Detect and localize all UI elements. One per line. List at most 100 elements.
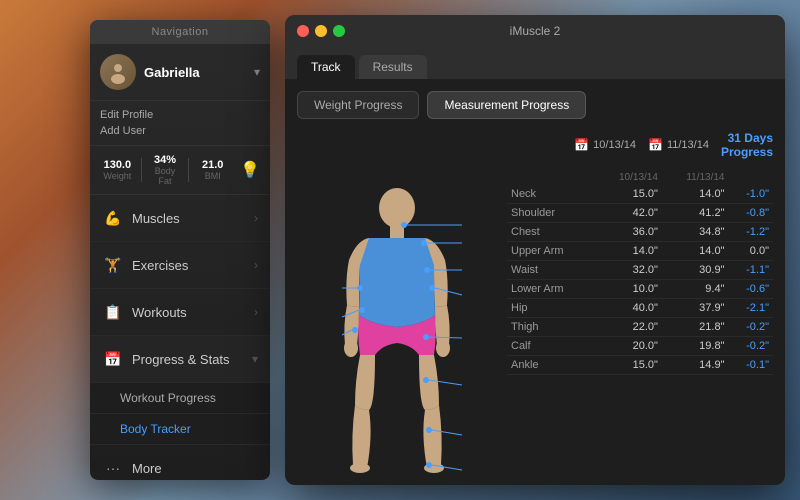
start-date-label: 10/13/14: [593, 139, 636, 151]
stat-divider-2: [188, 158, 189, 182]
measurement-val2: 21.8": [662, 317, 729, 336]
workouts-arrow-icon: ›: [254, 305, 258, 319]
tab-results-label: Results: [373, 60, 413, 74]
measurement-val1: 42.0": [594, 203, 662, 222]
measurement-name: Neck: [507, 185, 594, 204]
measurement-val2: 14.0": [662, 185, 729, 204]
workouts-label: Workouts: [132, 305, 254, 320]
measurement-val2: 14.9": [662, 355, 729, 374]
bmi-value: 21.0: [195, 159, 230, 171]
minimize-button[interactable]: [315, 25, 327, 37]
nav-user-section[interactable]: Gabriella ▾: [90, 44, 270, 101]
avatar: [100, 54, 136, 90]
measurement-diff: -1.0": [729, 185, 774, 204]
more-label: More: [132, 461, 258, 476]
bmi-label: BMI: [195, 171, 230, 181]
window-content: Weight Progress Measurement Progress 📅 1…: [285, 79, 785, 485]
measurement-val2: 14.0": [662, 241, 729, 260]
muscles-icon: 💪: [102, 207, 124, 229]
progress-icon: 📅: [102, 348, 124, 370]
sidebar-item-workout-progress[interactable]: Workout Progress: [90, 383, 270, 414]
measurement-val1: 22.0": [594, 317, 662, 336]
measurement-name: Upper Arm: [507, 241, 594, 260]
body-tracker-area: 10/13/14 11/13/14 Neck15.0"14.0"-1.0"Sho…: [297, 170, 773, 485]
more-icon: ···: [102, 457, 124, 479]
table-row: Lower Arm10.0"9.4"-0.6": [507, 279, 773, 298]
measurement-diff: -0.8": [729, 203, 774, 222]
body-tracker-label: Body Tracker: [120, 422, 191, 436]
sidebar-item-body-tracker[interactable]: Body Tracker: [90, 414, 270, 445]
measurement-val2: 41.2": [662, 203, 729, 222]
edit-profile-link[interactable]: Edit Profile: [100, 107, 260, 123]
sidebar-item-workouts[interactable]: 📋 Workouts ›: [90, 289, 270, 336]
measurement-diff: 0.0": [729, 241, 774, 260]
bodyfat-label: Body Fat: [148, 166, 183, 186]
tab-measurement-progress[interactable]: Measurement Progress: [427, 91, 586, 119]
tab-weight-progress[interactable]: Weight Progress: [297, 91, 419, 119]
weight-label: Weight: [100, 171, 135, 181]
exercises-icon: 🏋: [102, 254, 124, 276]
sidebar-item-exercises[interactable]: 🏋 Exercises ›: [90, 242, 270, 289]
tab-results[interactable]: Results: [359, 55, 427, 79]
exercises-arrow-icon: ›: [254, 258, 258, 272]
measurement-progress-tab-label: Measurement Progress: [444, 98, 569, 112]
col-header-name: [507, 170, 594, 185]
measurement-diff: -0.2": [729, 336, 774, 355]
workouts-icon: 📋: [102, 301, 124, 323]
main-window: iMuscle 2 Track Results Weight Progress …: [285, 15, 785, 485]
sidebar-item-progress-stats[interactable]: 📅 Progress & Stats ▾: [90, 336, 270, 383]
table-row: Shoulder42.0"41.2"-0.8": [507, 203, 773, 222]
measurement-val2: 30.9": [662, 260, 729, 279]
calendar-start-icon: 📅: [574, 138, 589, 152]
measurement-name: Ankle: [507, 355, 594, 374]
window-controls: [297, 25, 345, 37]
window-tabs: Track Results: [285, 47, 785, 79]
table-row: Hip40.0"37.9"-2.1": [507, 298, 773, 317]
measurement-val1: 10.0": [594, 279, 662, 298]
measurement-val2: 9.4": [662, 279, 729, 298]
nav-header: Navigation: [90, 20, 270, 44]
nav-header-label: Navigation: [152, 26, 209, 38]
measurement-name: Hip: [507, 298, 594, 317]
measurement-val1: 14.0": [594, 241, 662, 260]
tab-track[interactable]: Track: [297, 55, 355, 79]
weight-progress-tab-label: Weight Progress: [314, 98, 402, 112]
table-row: Thigh22.0"21.8"-0.2": [507, 317, 773, 336]
bodyfat-value: 34%: [148, 154, 183, 166]
weight-stat: 130.0 Weight: [100, 159, 135, 181]
stat-divider-1: [141, 158, 142, 182]
tab-track-label: Track: [311, 60, 341, 74]
progress-header: 📅 10/13/14 📅 11/13/14 31 Days Progress: [297, 131, 773, 160]
measurement-name: Shoulder: [507, 203, 594, 222]
measurement-val1: 15.0": [594, 185, 662, 204]
sub-tabs: Weight Progress Measurement Progress: [297, 91, 773, 119]
progress-sub-items: Workout Progress Body Tracker: [90, 383, 270, 445]
measurement-name: Lower Arm: [507, 279, 594, 298]
table-row: Calf20.0"19.8"-0.2": [507, 336, 773, 355]
sidebar-item-more[interactable]: ··· More: [90, 445, 270, 480]
muscles-arrow-icon: ›: [254, 211, 258, 225]
close-button[interactable]: [297, 25, 309, 37]
add-user-link[interactable]: Add User: [100, 123, 260, 139]
measurement-name: Waist: [507, 260, 594, 279]
progress-arrow-icon: ▾: [252, 352, 258, 366]
end-date-badge[interactable]: 📅 11/13/14: [648, 138, 709, 152]
username-label: Gabriella: [144, 65, 254, 80]
start-date-badge[interactable]: 📅 10/13/14: [574, 138, 636, 152]
measurement-diff: -0.1": [729, 355, 774, 374]
measurement-val1: 15.0": [594, 355, 662, 374]
measurement-name: Calf: [507, 336, 594, 355]
body-figure-svg: [297, 170, 497, 485]
nav-user-links: Edit Profile Add User: [90, 101, 270, 146]
sidebar-item-muscles[interactable]: 💪 Muscles ›: [90, 195, 270, 242]
measurements-table: 10/13/14 11/13/14 Neck15.0"14.0"-1.0"Sho…: [497, 170, 773, 485]
measurement-val2: 34.8": [662, 222, 729, 241]
progress-label: Progress & Stats: [132, 352, 252, 367]
calendar-end-icon: 📅: [648, 138, 663, 152]
measurement-name: Chest: [507, 222, 594, 241]
col-header-date1: 10/13/14: [594, 170, 662, 185]
days-range-label: 31 Days: [728, 131, 773, 145]
measurement-val1: 20.0": [594, 336, 662, 355]
maximize-button[interactable]: [333, 25, 345, 37]
chevron-down-icon: ▾: [254, 65, 260, 79]
